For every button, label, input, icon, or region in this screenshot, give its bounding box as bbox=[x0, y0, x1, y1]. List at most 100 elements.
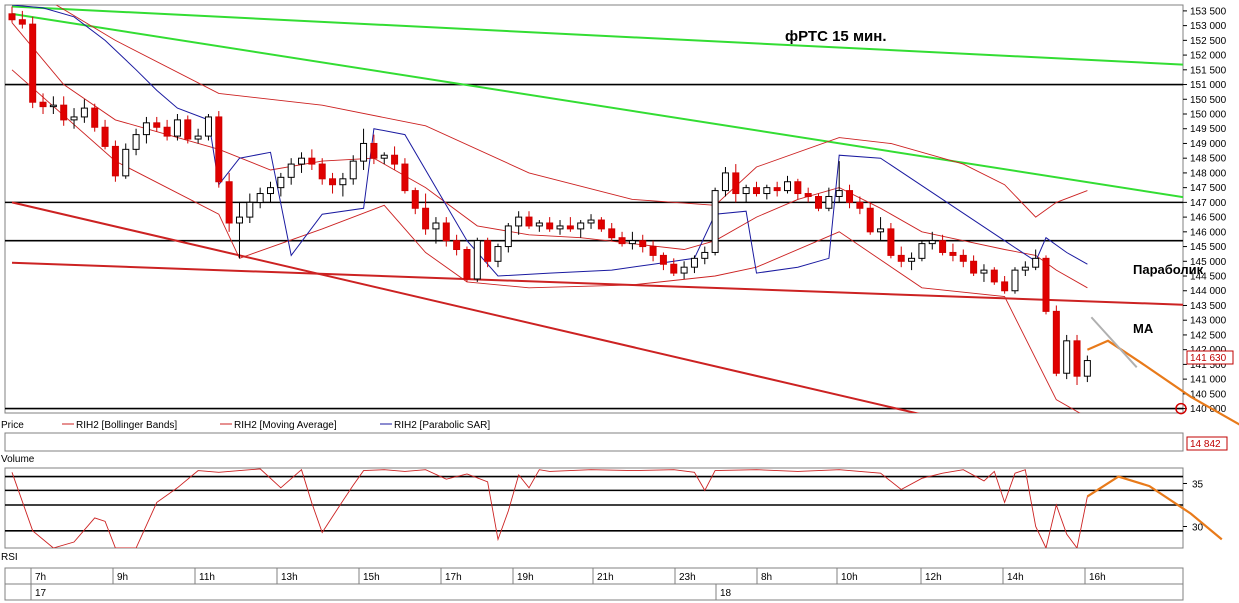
candle-body bbox=[153, 122, 161, 128]
candle-28 bbox=[298, 152, 306, 173]
candle-81 bbox=[846, 184, 854, 209]
candle-body bbox=[970, 260, 978, 274]
chart-title: фРТС 15 мин. bbox=[785, 28, 887, 45]
volume-value: 14 842 bbox=[1190, 439, 1221, 450]
price-tick-label: 145 500 bbox=[1190, 242, 1227, 253]
candle-57 bbox=[597, 217, 605, 232]
time-label: 9h bbox=[117, 572, 128, 583]
price-tick-label: 152 000 bbox=[1190, 51, 1227, 62]
candle-94 bbox=[980, 264, 988, 282]
candle-body bbox=[618, 237, 626, 245]
candle-body bbox=[566, 225, 574, 230]
candle-86 bbox=[897, 246, 905, 268]
candle-body bbox=[866, 207, 874, 233]
candle-body bbox=[173, 119, 181, 137]
price-tick-label: 141 000 bbox=[1190, 375, 1227, 386]
candle-21 bbox=[225, 172, 233, 232]
candle-2 bbox=[29, 16, 37, 109]
candle-17 bbox=[184, 115, 192, 144]
candle-16 bbox=[173, 113, 181, 141]
candle-body bbox=[60, 104, 68, 121]
candle-56 bbox=[587, 214, 595, 229]
candle-body bbox=[29, 23, 37, 103]
candle-37 bbox=[391, 146, 399, 170]
candle-48 bbox=[504, 222, 512, 253]
annotation-0: Параболик bbox=[1133, 262, 1204, 277]
candle-body bbox=[18, 19, 26, 25]
candle-body bbox=[752, 187, 760, 195]
candle-body bbox=[463, 249, 471, 280]
price-tick-label: 143 500 bbox=[1190, 301, 1227, 312]
time-label: 14h bbox=[1007, 572, 1024, 583]
candle-body bbox=[608, 228, 616, 239]
price-tick-label: 153 500 bbox=[1190, 6, 1227, 17]
legend-parabolic-sar: RIH2 [Parabolic SAR] bbox=[394, 420, 490, 431]
candle-70 bbox=[732, 164, 740, 203]
horizontal-levels bbox=[5, 83, 1183, 410]
candle-body bbox=[215, 116, 223, 183]
candle-55 bbox=[577, 220, 585, 238]
candle-body bbox=[80, 107, 88, 118]
day-label: 17 bbox=[35, 588, 47, 599]
candle-body bbox=[1063, 340, 1071, 374]
price-tick-label: 150 500 bbox=[1190, 95, 1227, 106]
candle-22 bbox=[235, 202, 243, 259]
candle-body bbox=[846, 190, 854, 203]
time-label: 12h bbox=[925, 572, 942, 583]
candle-20 bbox=[215, 111, 223, 188]
candle-53 bbox=[556, 220, 564, 235]
candle-32 bbox=[339, 172, 347, 197]
candle-body bbox=[432, 222, 440, 230]
candle-body bbox=[959, 254, 967, 262]
time-label: 16h bbox=[1089, 572, 1106, 583]
candle-69 bbox=[721, 167, 729, 197]
candle-84 bbox=[877, 217, 885, 241]
legend-moving-average: RIH2 [Moving Average] bbox=[234, 420, 337, 431]
candle-body bbox=[442, 222, 450, 242]
candle-39 bbox=[411, 187, 419, 215]
candle-93 bbox=[970, 255, 978, 277]
candle-body bbox=[784, 181, 791, 192]
candle-42 bbox=[442, 217, 450, 247]
rsi-series bbox=[11, 468, 1088, 548]
candle-47 bbox=[494, 243, 502, 268]
candle-body bbox=[546, 222, 554, 230]
candle-body bbox=[742, 187, 750, 195]
candle-5 bbox=[60, 96, 68, 126]
candle-3 bbox=[39, 93, 47, 114]
candle-85 bbox=[887, 222, 895, 259]
candle-body bbox=[908, 257, 916, 262]
candle-45 bbox=[473, 237, 481, 282]
candle-34 bbox=[360, 128, 368, 170]
candle-77 bbox=[804, 187, 812, 203]
candle-body bbox=[329, 178, 337, 186]
candle-44 bbox=[463, 246, 471, 282]
candle-99 bbox=[1032, 249, 1040, 271]
price-tick-label: 146 500 bbox=[1190, 213, 1227, 224]
candle-body bbox=[256, 193, 264, 203]
candle-6 bbox=[70, 108, 78, 129]
candle-body bbox=[349, 160, 357, 180]
candle-body bbox=[132, 134, 140, 150]
candle-body bbox=[535, 222, 543, 227]
time-label: 13h bbox=[281, 572, 298, 583]
candle-body bbox=[887, 228, 895, 256]
candle-10 bbox=[111, 140, 119, 182]
candle-51 bbox=[535, 220, 543, 232]
candle-body bbox=[639, 240, 647, 248]
candle-9 bbox=[101, 119, 109, 150]
candle-body bbox=[815, 195, 823, 209]
candle-62 bbox=[649, 240, 657, 262]
candle-43 bbox=[453, 234, 461, 256]
candle-54 bbox=[566, 217, 574, 232]
candle-body bbox=[711, 190, 719, 253]
candle-body bbox=[897, 254, 905, 262]
time-label: 7h bbox=[35, 572, 46, 583]
candle-body bbox=[267, 187, 274, 195]
candle-body bbox=[597, 219, 605, 230]
candle-14 bbox=[153, 116, 161, 132]
price-tick-label: 152 500 bbox=[1190, 36, 1227, 47]
candle-body bbox=[308, 157, 316, 165]
candle-body bbox=[701, 251, 709, 259]
candle-104 bbox=[1083, 355, 1091, 383]
